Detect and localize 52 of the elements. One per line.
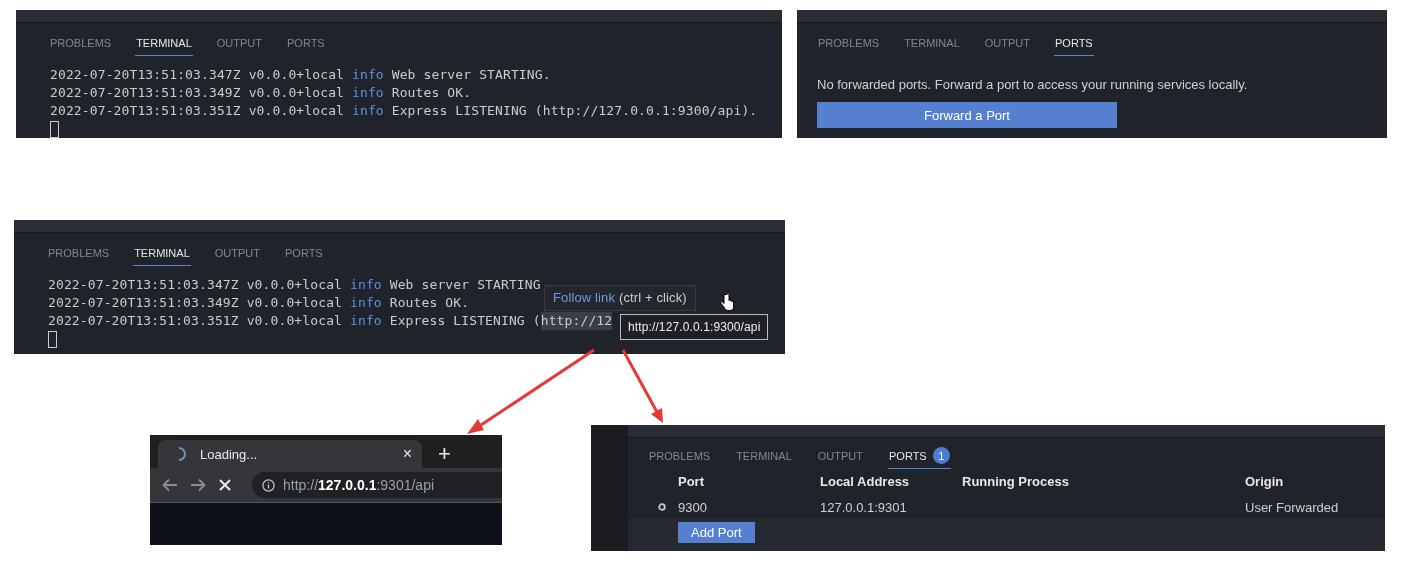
panel-tab[interactable]: PORTS bbox=[284, 245, 324, 266]
terminal-cursor bbox=[50, 121, 59, 138]
table-cell-text: 127.0.0.1:9301 bbox=[820, 498, 908, 517]
column-header: Running Process bbox=[962, 474, 1070, 491]
panel-tab[interactable]: PORTS bbox=[1054, 35, 1094, 56]
count-badge: 1 bbox=[932, 447, 950, 464]
panel-tab[interactable]: PROBLEMS bbox=[648, 448, 712, 469]
log-line: 2022-07-20T13:51:03.347Z v0.0.0+local info Web server STARTING bbox=[48, 276, 541, 294]
panel-tab[interactable]: OUTPUT bbox=[213, 245, 261, 266]
loading-spinner-icon bbox=[178, 447, 186, 461]
info-icon bbox=[262, 478, 275, 492]
url-tooltip: http://127.0.0.1:9300/api bbox=[620, 314, 769, 340]
panel-tab[interactable]: OUTPUT bbox=[816, 448, 864, 469]
panel-tab[interactable]: PROBLEMS bbox=[817, 35, 881, 56]
log-line: 2022-07-20T13:51:03.351Z v0.0.0+local info Express LISTENING (http://127.0.0.1:9300/api). bbox=[50, 102, 758, 120]
add-port-button[interactable]: Add Port bbox=[678, 522, 755, 543]
follow-link[interactable]: Follow link bbox=[553, 290, 615, 306]
stop-icon[interactable] bbox=[218, 478, 232, 492]
log-line: 2022-07-20T13:51:03.347Z v0.0.0+local info Web server STARTING. bbox=[50, 66, 551, 84]
panel-tab[interactable]: PORTS 1 bbox=[888, 448, 951, 469]
forward-port-button[interactable]: Forward a Port bbox=[817, 102, 1117, 128]
terminal-cursor bbox=[48, 331, 57, 348]
panel-tab[interactable]: TERMINAL bbox=[735, 448, 793, 469]
shortcut-hint: (ctrl + click) bbox=[619, 290, 687, 306]
panel-tab[interactable]: OUTPUT bbox=[215, 35, 263, 56]
hand-cursor-icon bbox=[720, 293, 734, 312]
panel-tab[interactable]: TERMINAL bbox=[903, 35, 961, 56]
table-cell-text: User Forwarded bbox=[1245, 498, 1340, 517]
circle-icon bbox=[658, 503, 666, 511]
forward-icon[interactable] bbox=[190, 478, 206, 492]
tab-title: Loading... bbox=[200, 446, 259, 462]
address-bar[interactable]: http://127.0.0.1:9301/api bbox=[252, 472, 502, 498]
panel-tab[interactable]: TERMINAL bbox=[135, 35, 193, 56]
panel-tab[interactable]: PORTS bbox=[286, 35, 326, 56]
column-header: Port bbox=[678, 474, 705, 491]
terminal-link[interactable]: http://12 bbox=[540, 312, 613, 330]
back-icon[interactable] bbox=[162, 478, 178, 492]
panel-tab[interactable]: OUTPUT bbox=[983, 35, 1031, 56]
new-tab-button[interactable]: + bbox=[438, 443, 451, 465]
table-cell-text: 9300 bbox=[678, 498, 708, 517]
panel-tab[interactable]: PROBLEMS bbox=[49, 35, 113, 56]
browser-tab[interactable]: Loading... × bbox=[158, 440, 422, 468]
log-line: 2022-07-20T13:51:03.349Z v0.0.0+local info Routes OK. bbox=[50, 84, 472, 102]
log-line: 2022-07-20T13:51:03.349Z v0.0.0+local info Routes OK. bbox=[48, 294, 470, 312]
tab-close-button[interactable]: × bbox=[402, 445, 412, 463]
panel-tab[interactable]: TERMINAL bbox=[133, 245, 191, 266]
column-header: Local Address bbox=[820, 474, 911, 491]
column-header: Origin bbox=[1245, 474, 1285, 491]
log-line: 2022-07-20T13:51:03.351Z v0.0.0+local info Express LISTENING ( bbox=[48, 312, 541, 330]
panel-tab[interactable]: PROBLEMS bbox=[47, 245, 111, 266]
url-text: http://127.0.0.1:9301/api bbox=[283, 477, 435, 493]
empty-message: No forwarded ports. Forward a port to access your running services locally. bbox=[816, 76, 1249, 92]
